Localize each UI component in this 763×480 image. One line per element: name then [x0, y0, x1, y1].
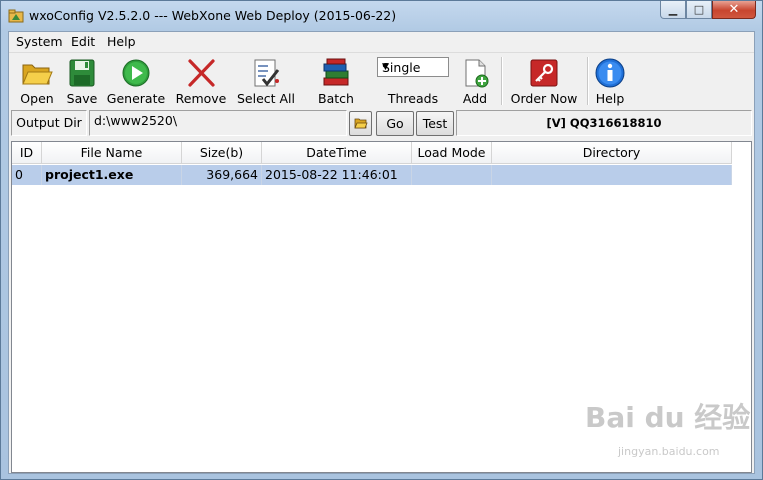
row-datetime: 2015-08-22 11:46:01 — [262, 165, 412, 185]
remove-label: Remove — [175, 91, 227, 106]
folder-open-icon — [22, 64, 53, 85]
select-all-button[interactable]: Select All — [235, 53, 297, 107]
baidu-watermark: Bai du 经验 — [585, 401, 751, 434]
output-dir-bar: Output Dir d:\www2520\ Go Test [V] QQ316… — [9, 108, 754, 138]
generate-label: Generate — [106, 91, 166, 106]
play-generate-icon — [122, 59, 150, 87]
window-title: wxoConfig V2.5.2.0 --- WebXone Web Deplo… — [29, 8, 397, 23]
help-button[interactable]: Help — [591, 53, 629, 107]
info-help-icon — [595, 58, 625, 88]
app-icon — [8, 9, 24, 23]
column-id[interactable]: ID — [12, 142, 42, 164]
app-window: wxoConfig V2.5.2.0 --- WebXone Web Deplo… — [0, 0, 763, 480]
remove-button[interactable]: Remove — [173, 53, 229, 107]
column-load-mode[interactable]: Load Mode — [412, 142, 492, 164]
status-panel: [V] QQ316618810 — [456, 110, 752, 136]
table-row[interactable]: 0 project1.exe 369,664 2015-08-22 11:46:… — [12, 165, 732, 185]
x-remove-icon — [188, 59, 215, 87]
title-bar[interactable]: wxoConfig V2.5.2.0 --- WebXone Web Deplo… — [1, 1, 762, 31]
menu-edit[interactable]: Edit — [71, 34, 95, 49]
baidu-watermark-url: jingyan.baidu.com — [618, 445, 720, 458]
batch-button[interactable]: Batch — [311, 53, 361, 107]
document-add-icon — [465, 59, 489, 88]
books-batch-icon — [323, 58, 349, 86]
open-button[interactable]: Open — [15, 53, 59, 107]
key-order-icon — [530, 59, 558, 87]
add-label: Add — [462, 91, 488, 106]
toolbar-separator — [587, 57, 589, 105]
toolbar: Open Save Generate Remove Select All Bat… — [9, 52, 754, 108]
select-all-label: Select All — [236, 91, 296, 106]
column-directory[interactable]: Directory — [492, 142, 732, 164]
maximize-button[interactable]: □ — [686, 1, 712, 19]
column-datetime[interactable]: DateTime — [262, 142, 412, 164]
output-dir-input[interactable]: d:\www2520\ — [89, 110, 347, 136]
close-icon: ✕ — [728, 2, 740, 17]
add-button[interactable]: Add — [457, 53, 493, 107]
row-size: 369,664 — [182, 165, 262, 185]
menu-help[interactable]: Help — [107, 34, 136, 49]
order-now-button[interactable]: Order Now — [507, 53, 581, 107]
list-header: ID File Name Size(b) DateTime Load Mode … — [12, 142, 732, 164]
generate-button[interactable]: Generate — [105, 53, 167, 107]
threads-area: Threads — [377, 53, 449, 107]
threads-label: Threads — [387, 91, 439, 106]
help-label: Help — [595, 91, 625, 106]
menu-system[interactable]: System — [16, 34, 63, 49]
batch-label: Batch — [318, 91, 354, 106]
save-label: Save — [66, 91, 98, 106]
column-file-name[interactable]: File Name — [42, 142, 182, 164]
maximize-icon: □ — [693, 3, 705, 16]
save-button[interactable]: Save — [61, 53, 103, 107]
row-directory — [492, 165, 732, 185]
test-button[interactable]: Test — [416, 111, 454, 136]
go-button[interactable]: Go — [376, 111, 414, 136]
toolbar-separator — [501, 57, 503, 105]
row-file-name: project1.exe — [42, 165, 182, 185]
open-label: Open — [20, 91, 54, 106]
row-load-mode — [412, 165, 492, 185]
folder-browse-icon — [353, 118, 368, 129]
floppy-save-icon — [69, 59, 95, 87]
row-id: 0 — [12, 165, 42, 185]
order-now-label: Order Now — [510, 91, 578, 106]
minimize-icon: ▁ — [668, 3, 678, 16]
checklist-select-icon — [254, 59, 280, 87]
menu-bar: System Edit Help — [9, 32, 754, 51]
browse-folder-button[interactable] — [349, 111, 372, 136]
minimize-button[interactable]: ▁ — [660, 1, 686, 19]
output-dir-label: Output Dir — [11, 110, 87, 136]
column-size[interactable]: Size(b) — [182, 142, 262, 164]
close-button[interactable]: ✕ — [712, 1, 756, 19]
